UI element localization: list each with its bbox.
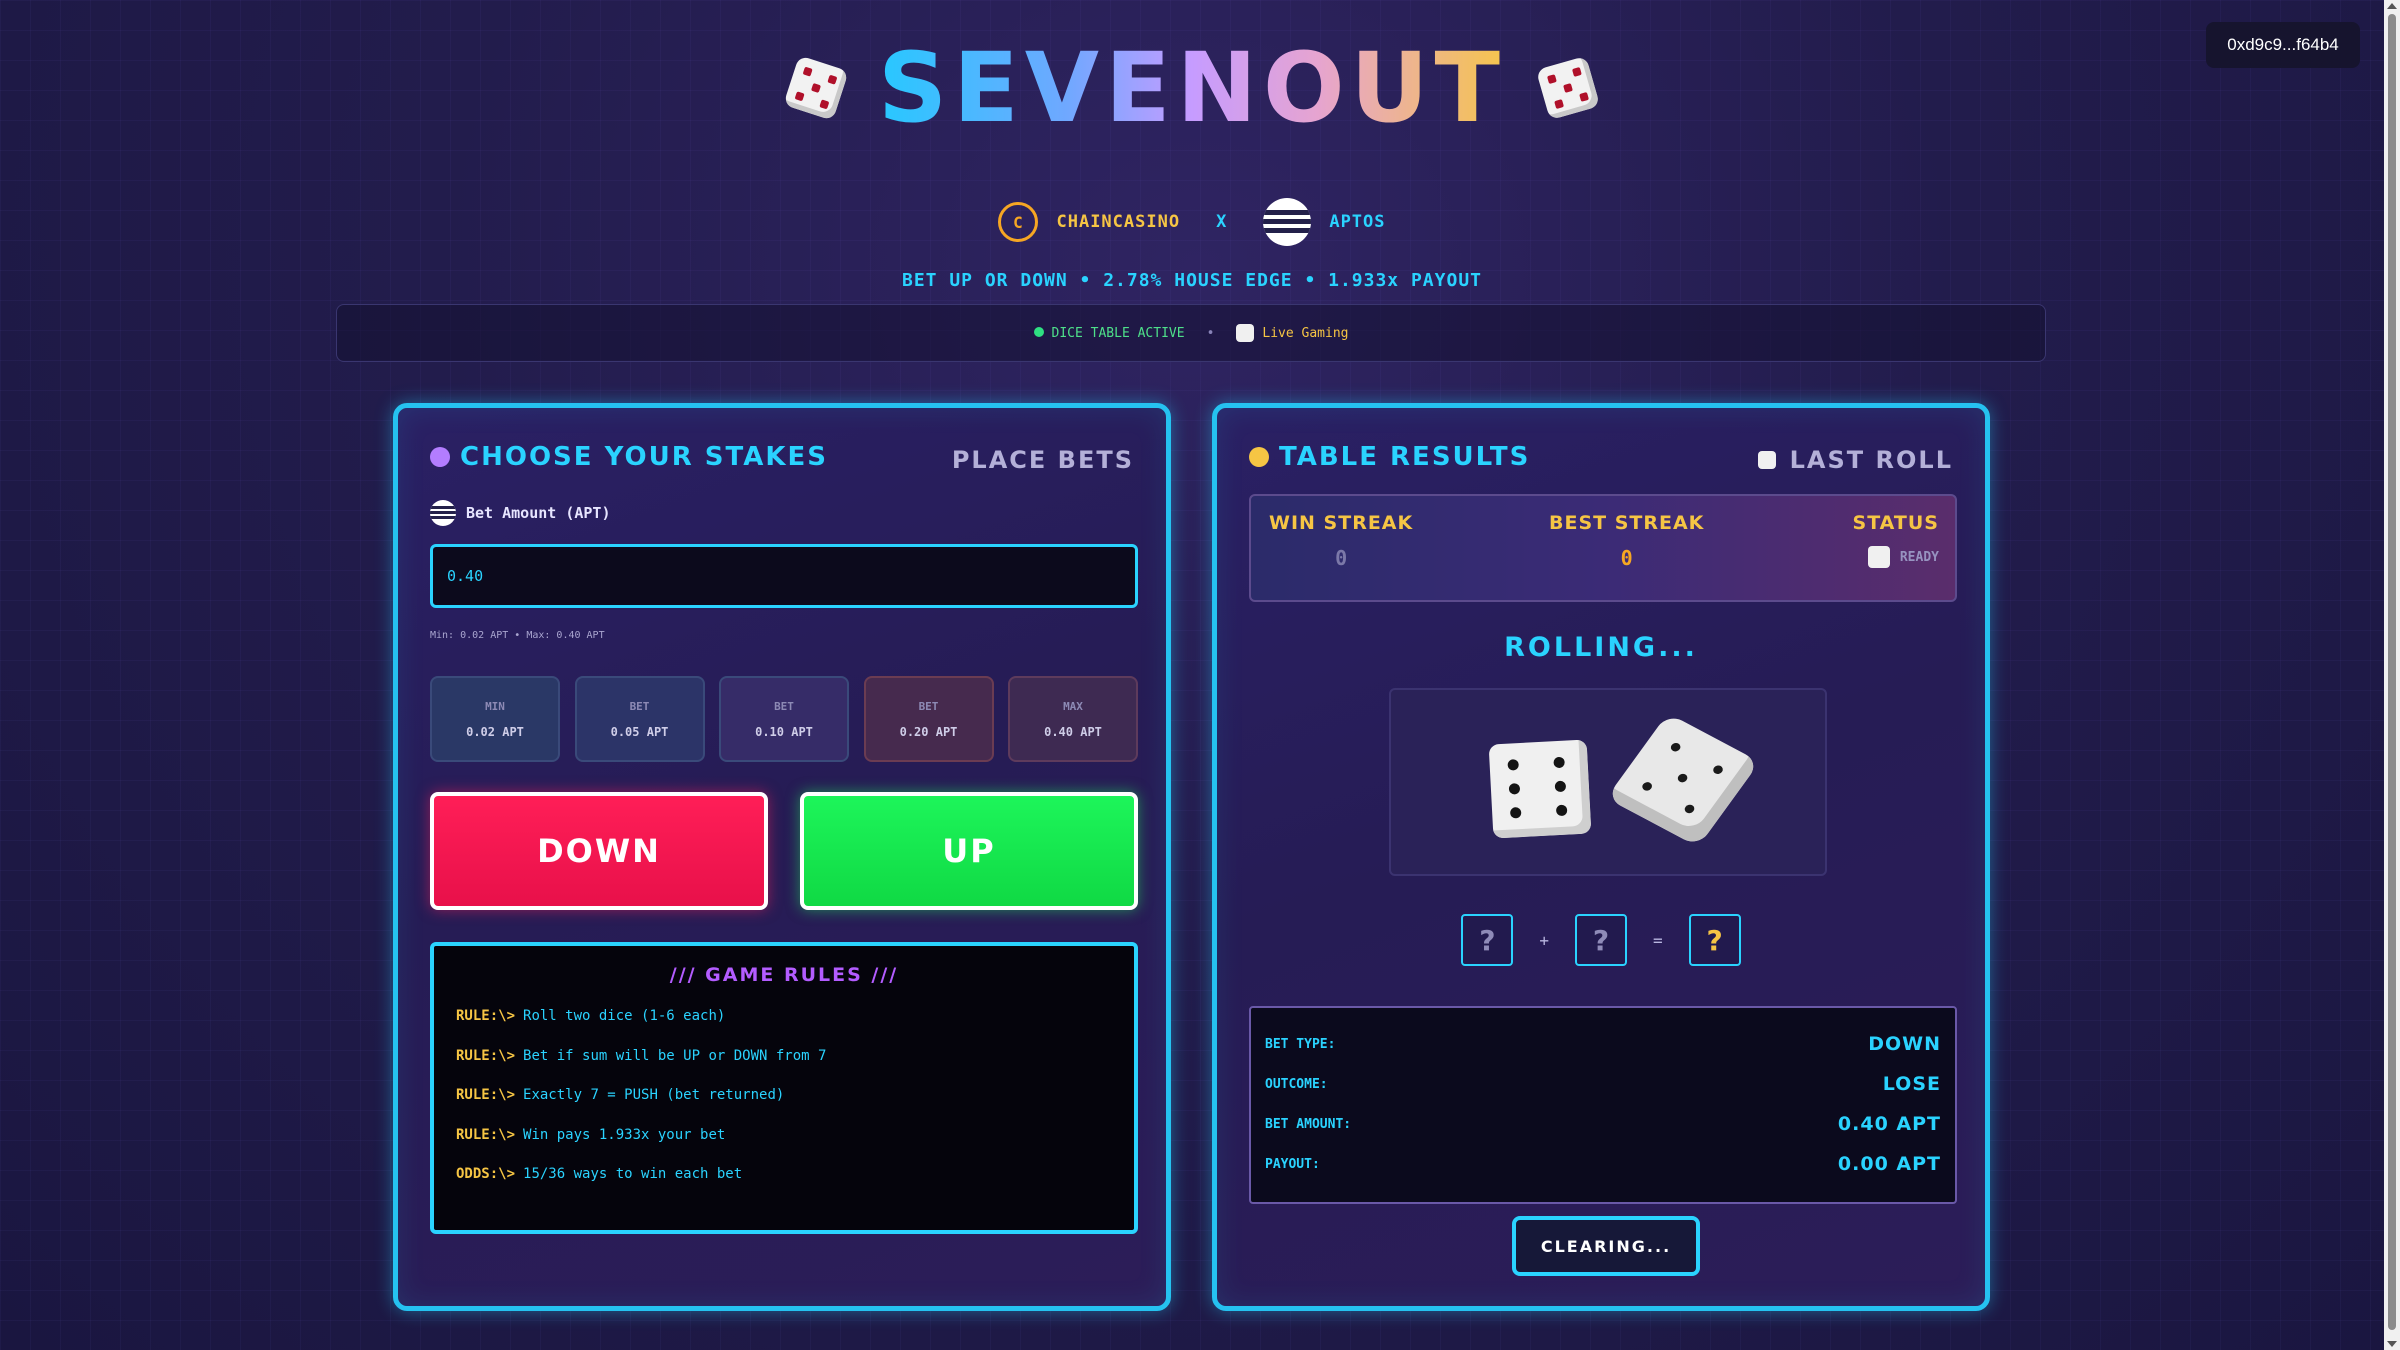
best-streak-stat: BEST STREAK 0 [1549,512,1705,570]
dice-icon [1867,546,1890,568]
site-header: SEVENOUT C CHAINCASINO X APTOS BET UP OR… [0,38,2384,291]
quick-bet-value: 0.20 APT [899,724,958,739]
rolling-indicator: ROLLING... [1504,632,1698,663]
game-rules-box: /// GAME RULES /// RULE:\> Roll two dice … [430,942,1138,1234]
brand-row: C CHAINCASINO X APTOS [0,198,2384,246]
stakes-panel: CHOOSE YOUR STAKES PLACE BETS Bet Amount… [393,403,1171,1311]
quick-bet-0.10-button[interactable]: BET 0.10 APT [719,676,849,762]
bet-type-row: BET TYPE: DOWN [1265,1033,1941,1055]
dice-display [1389,688,1827,876]
results-panel-title: TABLE RESULTS [1249,442,1530,472]
quick-bet-label: BET [629,699,650,713]
streak-stats: WIN STREAK 0 BEST STREAK 0 STATUS READY [1249,494,1957,602]
die-two-result: ? [1575,914,1627,966]
win-streak-stat: WIN STREAK 0 [1269,512,1414,570]
quick-bet-value: 0.05 APT [610,724,669,739]
dice-icon-left [783,55,849,121]
game-rules-title: /// GAME RULES /// [669,964,899,986]
rule-item: RULE:\> Bet if sum will be UP or DOWN fro… [456,1047,827,1064]
bet-range-hint: Min: 0.02 APT • Max: 0.40 APT [430,630,605,641]
dice-icon-right [1535,55,1601,121]
quick-bet-min-button[interactable]: MIN 0.02 APT [430,676,560,762]
stakes-panel-title: CHOOSE YOUR STAKES [430,442,828,472]
scroll-down-arrow-icon[interactable] [2387,1341,2397,1347]
rule-item: RULE:\> Exactly 7 = PUSH (bet returned) [456,1087,785,1103]
quick-bet-0.05-button[interactable]: BET 0.05 APT [574,676,705,762]
brand-aptos: APTOS [1329,212,1386,232]
bet-amount-row: BET AMOUNT: 0.40 APT [1265,1113,1941,1135]
die-one-icon [1488,739,1592,839]
plus-sign: + [1539,930,1549,950]
last-bet-summary: BET TYPE: DOWN OUTCOME: LOSE BET AMOUNT:… [1249,1006,1957,1204]
title-row: SEVENOUT [0,38,2384,138]
die-two-icon [1606,713,1760,847]
page-scrollbar[interactable] [2384,0,2400,1350]
dice-icon [1757,451,1776,469]
bet-up-button[interactable]: UP [800,792,1138,910]
quick-bet-label: BET [918,699,939,713]
page-title: SEVENOUT [878,32,1506,144]
live-gaming-status: Live Gaming [1236,324,1348,342]
brand-chaincasino: CHAINCASINO [1056,212,1181,232]
status-stat: STATUS READY [1853,512,1939,568]
bet-down-button[interactable]: DOWN [430,792,768,910]
clearing-button[interactable]: CLEARING... [1512,1216,1700,1276]
payout-row: PAYOUT: 0.00 APT [1265,1153,1941,1175]
rules-list: RULE:\> Roll two dice (1-6 each) RULE:\> B… [456,1008,1112,1206]
rule-item: RULE:\> Win pays 1.933x your bet [456,1126,726,1143]
scroll-up-arrow-icon[interactable] [2387,3,2397,9]
aptos-coin-icon [430,500,456,526]
equals-sign: = [1653,930,1663,950]
last-roll-label: LAST ROLL [1757,446,1953,474]
quick-bet-value: 0.10 APT [755,724,813,739]
place-bets-label: PLACE BETS [951,446,1134,474]
quick-bet-0.20-button[interactable]: BET 0.20 APT [863,676,994,762]
quick-bet-label: MIN [485,699,505,713]
rule-item: RULE:\> Roll two dice (1-6 each) [456,1008,726,1024]
bet-amount-label: Bet Amount (APT) [430,500,611,526]
gold-dot-icon [1249,447,1269,467]
die-one-result: ? [1461,914,1514,966]
total-result: ? [1688,914,1741,966]
bet-amount-input[interactable] [430,544,1138,608]
purple-dot-icon [430,447,450,467]
status-bar: DICE TABLE ACTIVE • Live Gaming [336,304,2046,362]
odds-item: ODDS:\> 15/36 ways to win each bet [456,1166,743,1182]
chaincasino-logo-icon: C [998,202,1039,242]
outcome-row: OUTCOME: LOSE [1265,1073,1941,1095]
quick-bet-label: BET [774,699,794,713]
quick-bet-max-button[interactable]: MAX 0.40 APT [1008,676,1138,762]
brand-separator: X [1216,212,1228,232]
dice-icon [1236,324,1255,342]
table-active-status: DICE TABLE ACTIVE [1033,326,1185,341]
status-separator: • [1206,325,1215,341]
results-panel: TABLE RESULTS LAST ROLL WIN STREAK 0 BES… [1212,403,1990,1311]
quick-bet-value: 0.02 APT [466,724,524,739]
scrollbar-thumb[interactable] [2388,14,2396,1330]
aptos-logo-icon [1263,198,1312,246]
quick-bet-value: 0.40 APT [1044,724,1102,739]
roll-equation: ? + ? = ? [1217,914,1985,966]
status-dot-icon [1033,326,1044,337]
quick-bet-label: MAX [1063,699,1083,713]
tagline: BET UP OR DOWN • 2.78% HOUSE EDGE • 1.93… [901,270,1482,291]
quick-bet-row: MIN 0.02 APT BET 0.05 APT BET 0.10 APT B… [430,676,1138,762]
